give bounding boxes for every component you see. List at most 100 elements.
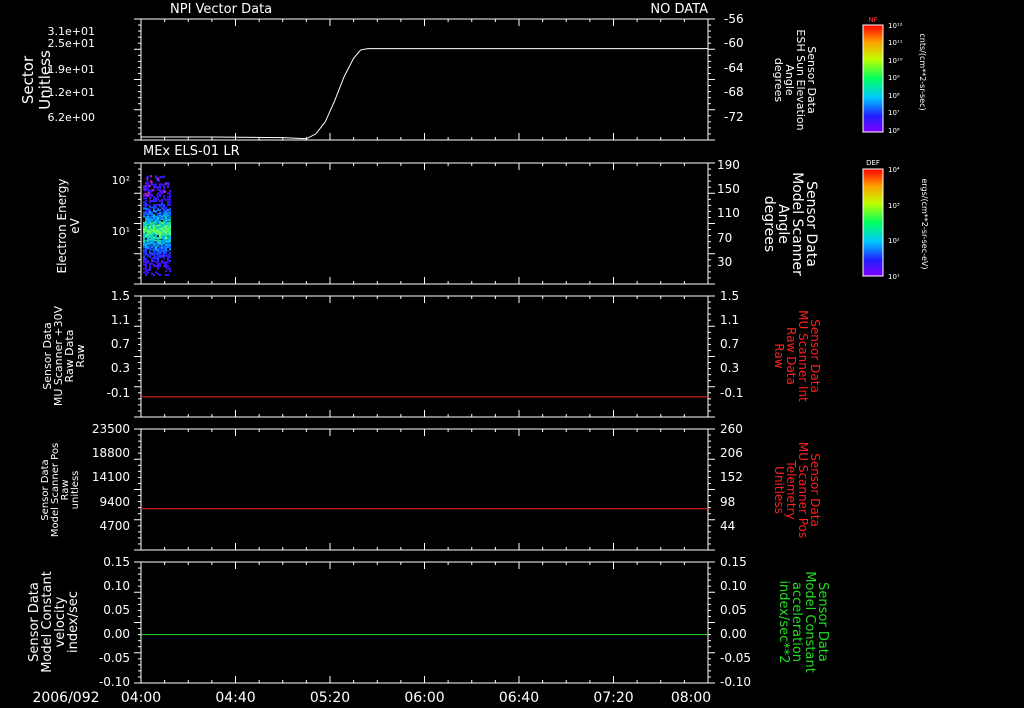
time-tick-label: 04:40: [215, 690, 255, 706]
spectrogram-cell: [155, 197, 157, 200]
spectrogram-cell: [147, 253, 149, 256]
spectrogram-cell: [163, 217, 165, 220]
svg-text:index/sec: index/sec: [66, 591, 81, 653]
spectrogram-cell: [145, 200, 147, 203]
spectrogram-cell: [143, 263, 145, 266]
time-tick-label: 06:00: [404, 690, 444, 706]
spectrogram-cell: [143, 271, 145, 274]
spectrogram-cell: [167, 198, 169, 201]
right-tick-label: -68: [724, 85, 744, 99]
spectrogram-cell: [155, 215, 157, 218]
plot-canvas: NPI Vector Data NO DATA 3.1e+01 2.5e+01 …: [19, 2, 929, 706]
spectrogram-cell: [157, 207, 159, 210]
spectrogram-cell: [151, 257, 153, 260]
colorbar-def-tick: 10³: [888, 202, 900, 210]
svg-text:Raw: Raw: [772, 343, 786, 368]
panel-mu-raw-frame: [140, 295, 709, 418]
spectrogram-cell: [151, 211, 153, 214]
spectrogram-cell: [145, 261, 147, 264]
spectrogram-cell: [165, 270, 167, 273]
svg-text:eV: eV: [68, 217, 82, 233]
panel-els-header: MEx ELS-01 LR: [143, 144, 240, 159]
left-tick-label: 10¹: [112, 225, 130, 238]
spectrogram-cell: [167, 208, 169, 211]
left-tick-label: 6.2e+00: [48, 111, 95, 124]
spectrogram-cell: [143, 203, 145, 206]
right-tick-label: -64: [724, 61, 744, 75]
left-tick-label: 14100: [92, 470, 130, 484]
right-tick-label: 0.15: [720, 555, 747, 569]
time-tick-label: 06:40: [499, 690, 539, 706]
spectrogram-cell: [159, 193, 161, 196]
spectrogram-cell: [151, 200, 153, 203]
spectrogram-cell: [143, 211, 145, 214]
spectrogram-cell: [169, 254, 171, 257]
spectrogram-cell: [147, 271, 149, 274]
spectrogram-cell: [167, 249, 169, 252]
spectrogram-cell: [146, 175, 149, 178]
spectrogram-cell: [169, 207, 171, 210]
spectrogram-cell: [163, 194, 165, 197]
spectrogram-cell: [153, 220, 155, 223]
spectrogram-cell: [151, 272, 153, 275]
spectrogram-cell: [145, 268, 147, 271]
right-tick-label: -0.1: [720, 386, 743, 400]
right-tick-label: 0.7: [720, 337, 739, 351]
spectrogram-cell: [153, 263, 155, 266]
spectrogram-cell: [150, 183, 153, 186]
no-data-label: NO DATA: [650, 2, 708, 17]
panel-els-ticks: [134, 162, 715, 285]
panel-constant-right-label: Sensor Data Model Constant acceleration …: [776, 571, 830, 673]
spectrogram-cell: [164, 182, 167, 185]
spectrogram-cell: [165, 274, 167, 277]
right-tick-label: -0.10: [720, 675, 751, 689]
spectrogram-cell: [163, 197, 165, 200]
spectrogram-cell: [150, 175, 153, 178]
spectrogram-cell: [157, 247, 159, 250]
panel-constant-frame: [140, 561, 709, 684]
spectrogram-cell: [151, 262, 153, 265]
spectrogram-cell: [159, 245, 161, 248]
spectrogram-cell: [159, 176, 162, 179]
spectrogram-cell: [161, 206, 163, 209]
svg-text:degrees: degrees: [772, 58, 785, 103]
time-tick-label: 04:00: [121, 690, 161, 706]
spectrogram-cell: [167, 201, 169, 204]
spectrogram-cell: [143, 201, 145, 204]
colorbar-def-unit: ergs/(cm**2-sr-sec-eV): [920, 178, 929, 269]
spectrogram-cell: [163, 265, 165, 268]
spectrogram-cell: [156, 194, 159, 197]
svg-text:Raw: Raw: [74, 344, 87, 367]
spectrogram-cell: [153, 235, 155, 238]
spectrogram-cell: [169, 243, 171, 246]
colorbar-nf-title: NF: [868, 16, 877, 24]
svg-text:unitless: unitless: [70, 471, 81, 510]
spectrogram-cell: [147, 203, 149, 206]
spectrogram-cell: [167, 211, 169, 214]
spectrogram-cell: [149, 262, 151, 265]
spectrogram-cell: [165, 261, 167, 264]
spectrogram-cell: [145, 257, 147, 260]
spectrogram-cell: [153, 242, 155, 245]
spectrogram-cell: [146, 179, 149, 182]
panel-npi-frame: [140, 18, 709, 141]
spectrogram-cell: [161, 259, 163, 262]
spectrogram-cell: [169, 201, 171, 204]
spectrogram-cell: [169, 189, 171, 192]
spectrogram-cell: [145, 242, 147, 245]
spectrogram-cell: [151, 248, 153, 251]
spectrogram-cell: [149, 196, 151, 199]
left-tick-label: 0.3: [111, 361, 130, 375]
right-tick-label: 0.10: [720, 579, 747, 593]
spectrogram-cell: [169, 194, 171, 197]
left-tick-label: 10²: [112, 174, 130, 187]
colorbar-nf-tick: 10¹⁰: [888, 57, 903, 65]
spectrogram-cell: [161, 189, 163, 192]
spectrogram-cell: [147, 189, 150, 192]
right-tick-label: 70: [717, 231, 732, 245]
panel-npi-ticks: [134, 18, 715, 141]
right-tick-label: -56: [724, 12, 744, 26]
spectrogram-cell: [148, 185, 151, 188]
colorbar-nf-tick: 10⁹: [888, 74, 900, 82]
panel-scanner-pos: 23500 18800 14100 9400 4700 260 206 152 …: [40, 422, 822, 551]
